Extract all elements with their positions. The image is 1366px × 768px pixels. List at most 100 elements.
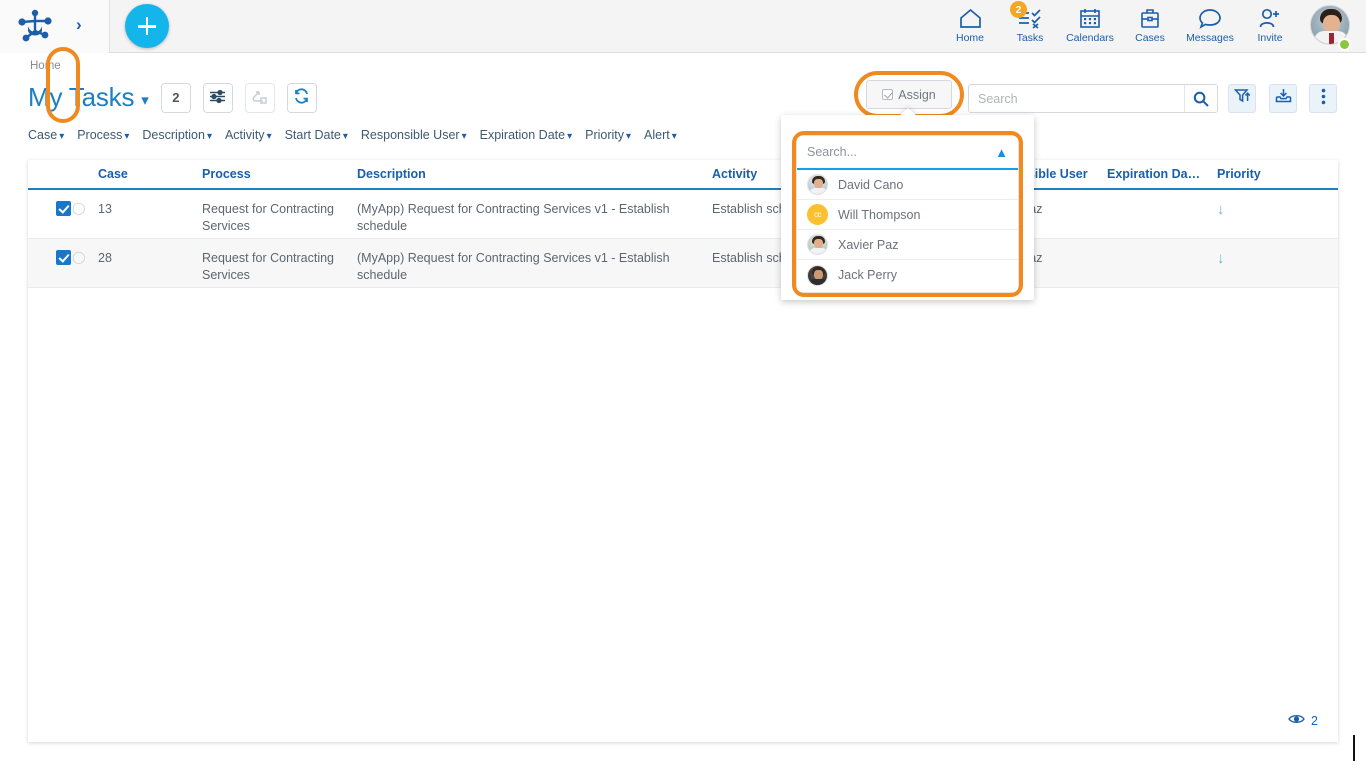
filter-start-date[interactable]: Start Date▾ <box>285 128 348 142</box>
row-checkbox[interactable] <box>56 201 71 216</box>
user-name: Xavier Paz <box>838 238 898 252</box>
nav-item-messages[interactable]: Messages <box>1180 0 1240 44</box>
chat-bubble-icon <box>1198 5 1222 31</box>
filter-case[interactable]: Case▾ <box>28 128 64 142</box>
top-navigation-bar: › Home 2 Tasks <box>0 0 1366 53</box>
row-select-cell <box>28 201 72 219</box>
nav-label-calendars: Calendars <box>1066 32 1114 44</box>
magnifier-icon[interactable] <box>1184 85 1217 112</box>
nav-label-home: Home <box>956 32 984 44</box>
nav-label-cases: Cases <box>1135 32 1165 44</box>
breadcrumb[interactable]: Home <box>30 60 61 72</box>
chevron-down-icon[interactable]: ▾ <box>141 91 149 109</box>
table-row[interactable]: ◯ 28 Request for Contracting Services (M… <box>28 239 1338 288</box>
sliders-icon <box>209 89 226 107</box>
nav-item-home[interactable]: Home <box>940 0 1000 44</box>
visible-count: 2 <box>1288 713 1318 728</box>
main-nav: Home 2 Tasks <box>940 0 1354 53</box>
title-row: My Tasks ▾ 2 <box>28 82 317 113</box>
filter-activity[interactable]: Activity▾ <box>225 128 272 142</box>
table-header-row: Case Process Description Activity Respon… <box>28 160 1338 190</box>
cell-case: 13 <box>98 201 202 218</box>
comment-icon[interactable]: ◯ <box>72 201 85 215</box>
chevron-right-icon[interactable]: › <box>76 15 96 37</box>
more-options-button[interactable] <box>1309 84 1337 113</box>
arrow-down-icon: ↓ <box>1217 201 1225 218</box>
dropdown-search-row[interactable]: Search... ▲ <box>797 136 1018 170</box>
list-item[interactable]: Xavier Paz <box>797 230 1018 260</box>
user-avatar-icon <box>807 265 828 286</box>
filter-priority[interactable]: Priority▾ <box>585 128 631 142</box>
user-add-icon <box>1258 5 1282 31</box>
assign-button[interactable]: Assign <box>866 80 952 109</box>
refresh-icon <box>293 88 310 107</box>
th-expiration-date[interactable]: Expiration Da… <box>1107 166 1217 183</box>
nav-item-tasks[interactable]: 2 Tasks <box>1000 0 1060 44</box>
undo-arrow-icon <box>251 89 268 107</box>
filter-process[interactable]: Process▾ <box>77 128 129 142</box>
nav-label-messages: Messages <box>1186 32 1234 44</box>
dropdown-search-placeholder[interactable]: Search... <box>807 145 995 159</box>
checkbox-icon <box>882 89 893 100</box>
row-flag-cell: ◯ <box>72 201 98 215</box>
arrow-down-icon: ↓ <box>1217 250 1225 267</box>
nav-item-invite[interactable]: Invite <box>1240 0 1300 44</box>
eye-icon <box>1288 713 1305 728</box>
cell-description: (MyApp) Request for Contracting Services… <box>357 250 712 284</box>
filter-responsible-user[interactable]: Responsible User▾ <box>361 128 467 142</box>
kebab-menu-icon <box>1321 88 1326 110</box>
calendar-icon <box>1079 5 1101 31</box>
bizagi-logo-icon[interactable] <box>16 9 54 48</box>
cell-priority: ↓ <box>1217 201 1312 219</box>
nav-label-tasks: Tasks <box>1017 32 1044 44</box>
export-button[interactable] <box>1269 84 1297 113</box>
cell-case: 28 <box>98 250 202 267</box>
search-input[interactable] <box>969 85 1184 112</box>
column-filter-bar: Case▾ Process▾ Description▾ Activity▾ St… <box>28 128 690 142</box>
list-item[interactable]: Jack Perry <box>797 260 1018 290</box>
home-icon <box>959 5 982 31</box>
text-cursor <box>1353 735 1355 761</box>
row-checkbox[interactable] <box>56 250 71 265</box>
comment-icon[interactable]: ◯ <box>72 250 85 264</box>
popover-pointer <box>898 108 918 117</box>
assign-button-wrapper: Assign <box>866 80 952 109</box>
nav-item-cases[interactable]: Cases <box>1120 0 1180 44</box>
th-case[interactable]: Case <box>98 166 202 183</box>
tasks-table-panel: Case Process Description Activity Respon… <box>28 160 1338 742</box>
avatar-tie <box>1329 33 1334 45</box>
online-status-dot <box>1338 38 1351 51</box>
filter-alert[interactable]: Alert▾ <box>644 128 677 142</box>
logo-zone: › <box>0 0 110 53</box>
th-process[interactable]: Process <box>202 166 357 183</box>
count-badge-label: 2 <box>172 90 179 105</box>
filter-expiration-date[interactable]: Expiration Date▾ <box>480 128 573 142</box>
th-priority[interactable]: Priority <box>1217 166 1312 183</box>
cell-process: Request for Contracting Services <box>202 201 357 235</box>
list-item[interactable]: David Cano <box>797 170 1018 200</box>
refresh-button[interactable] <box>287 83 317 113</box>
row-flag-cell: ◯ <box>72 250 98 264</box>
settings-button[interactable] <box>203 83 233 113</box>
cell-description: (MyApp) Request for Contracting Services… <box>357 201 712 235</box>
th-description[interactable]: Description <box>357 166 712 183</box>
filter-button[interactable] <box>1228 84 1256 113</box>
chevron-up-icon[interactable]: ▲ <box>995 145 1008 160</box>
count-badge-button[interactable]: 2 <box>161 83 191 113</box>
list-item[interactable]: cc Will Thompson <box>797 200 1018 230</box>
filter-up-icon <box>1234 88 1251 109</box>
filter-description[interactable]: Description▾ <box>142 128 212 142</box>
row-select-cell <box>28 250 72 268</box>
assign-button-label: Assign <box>898 88 936 102</box>
search-box <box>968 84 1218 113</box>
page-title[interactable]: My Tasks <box>28 82 134 113</box>
nav-label-invite: Invite <box>1257 32 1282 44</box>
table-row[interactable]: ◯ 13 Request for Contracting Services (M… <box>28 190 1338 239</box>
undo-button <box>245 83 275 113</box>
create-new-button[interactable] <box>125 4 169 48</box>
briefcase-icon <box>1139 5 1161 31</box>
user-assign-dropdown: Search... ▲ David Cano cc Will Thompson … <box>796 135 1019 293</box>
user-avatar-icon <box>807 234 828 255</box>
nav-item-calendars[interactable]: Calendars <box>1060 0 1120 44</box>
user-avatar-icon <box>807 174 828 195</box>
